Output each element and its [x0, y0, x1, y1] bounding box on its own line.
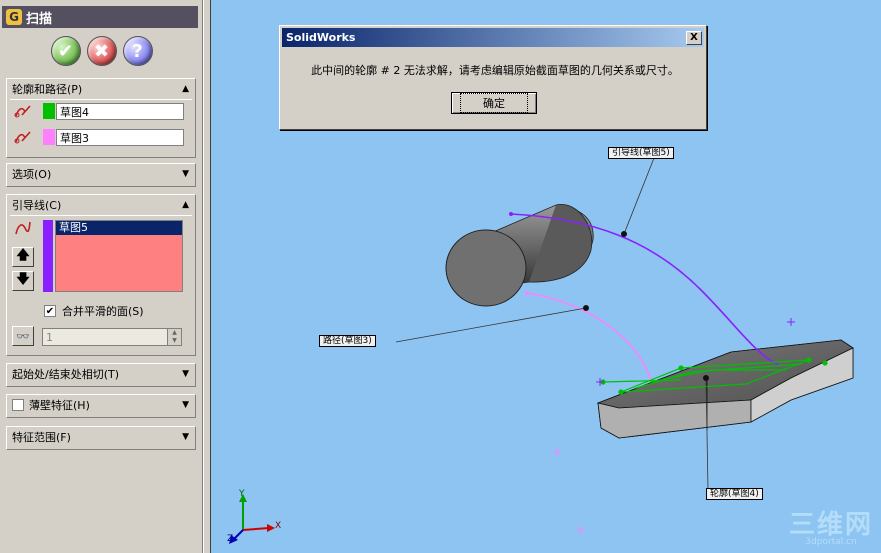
- path-color-swatch: [43, 129, 55, 145]
- group-title: 薄壁特征(H): [29, 399, 90, 412]
- group-header-tangency[interactable]: 起始处/结束处相切(T) ▼: [7, 364, 195, 384]
- move-up-button[interactable]: 🡅: [12, 247, 34, 267]
- property-manager: G 扫描 ✔ ✖ ? 轮廓和路径(P) ▲ 草图4 草图3 选项(O) ▼ 引导…: [0, 0, 203, 553]
- group-feature-scope: 特征范围(F) ▼: [6, 426, 196, 450]
- arrow-up-icon: 🡅: [16, 248, 30, 263]
- thin-feature-checkbox[interactable]: [12, 399, 24, 411]
- coordinate-triad: [229, 494, 275, 544]
- group-title: 引导线(C): [12, 199, 62, 212]
- triad-y-label: Y: [239, 489, 245, 499]
- merge-smooth-faces-checkbox[interactable]: ✔: [44, 305, 56, 317]
- merge-smooth-faces-option[interactable]: ✔ 合并平滑的面(S): [44, 303, 144, 319]
- dialog-message: 此中间的轮廓 # 2 无法求解，请考虑编辑原始截面草图的几何关系或尺寸。: [311, 64, 679, 77]
- path-anchor-point: [583, 305, 589, 311]
- path-field[interactable]: 草图3: [56, 129, 184, 146]
- dialog-title-bar[interactable]: SolidWorks X: [282, 28, 704, 47]
- chevron-up-icon: ▲: [182, 200, 189, 210]
- profile-icon: [11, 102, 35, 120]
- divider: [10, 215, 192, 216]
- triad-x-label: X: [275, 521, 282, 531]
- profile-anchor-point: [703, 375, 709, 381]
- callout-path[interactable]: 路径(草图3): [319, 335, 376, 347]
- guide-curves-list[interactable]: 草图5: [55, 220, 183, 292]
- group-header-profile-path[interactable]: 轮廓和路径(P) ▲: [7, 79, 195, 99]
- ok-button[interactable]: ✔: [50, 36, 81, 66]
- path-start-point: [525, 291, 529, 295]
- group-options: 选项(O) ▼: [6, 163, 196, 187]
- group-header-guide-curves[interactable]: 引导线(C) ▲: [7, 195, 195, 215]
- profile-field[interactable]: 草图4: [56, 103, 184, 120]
- group-header-feature-scope[interactable]: 特征范围(F) ▼: [7, 427, 195, 447]
- arrow-down-icon: 🡇: [16, 272, 30, 287]
- profile-selection-row: 草图4: [7, 100, 195, 122]
- chevron-down-icon: ▼: [182, 369, 189, 379]
- callout-guide-curve[interactable]: 引导线(草图5): [608, 147, 674, 159]
- glasses-icon: 👓: [16, 329, 30, 343]
- chevron-up-icon: ▲: [182, 84, 189, 94]
- close-icon: ✖: [93, 40, 110, 62]
- dialog-ok-button[interactable]: 确定: [451, 92, 537, 114]
- guide-color-swatch: [43, 220, 53, 292]
- cylinder-body[interactable]: [445, 204, 594, 307]
- group-title: 选项(O): [12, 168, 52, 181]
- group-profile-path: 轮廓和路径(P) ▲ 草图4 草图3: [6, 78, 196, 158]
- check-icon: ✔: [57, 40, 74, 62]
- cancel-button[interactable]: ✖: [86, 36, 117, 66]
- group-title: 特征范围(F): [12, 431, 71, 444]
- spinner-buttons[interactable]: ▲ ▼: [167, 329, 181, 345]
- list-item[interactable]: 草图5: [56, 221, 182, 235]
- guide-start-point: [509, 212, 513, 216]
- close-icon: X: [690, 32, 698, 43]
- help-icon: ?: [132, 40, 143, 62]
- triad-z-label: Z: [227, 534, 234, 544]
- pm-title: 扫描: [26, 11, 53, 27]
- path-selection-row: 草图3: [7, 126, 195, 148]
- sweep-path[interactable]: [526, 292, 652, 381]
- group-header-thin-feature[interactable]: 薄壁特征(H) ▼: [7, 395, 195, 415]
- group-title: 轮廓和路径(P): [12, 83, 83, 96]
- group-header-options[interactable]: 选项(O) ▼: [7, 164, 195, 184]
- help-button[interactable]: ?: [122, 36, 153, 66]
- chevron-down-icon: ▼: [182, 432, 189, 442]
- sweep-feature-icon: G: [6, 9, 22, 25]
- merge-smooth-faces-label: 合并平滑的面(S): [62, 305, 144, 318]
- error-dialog: SolidWorks X 此中间的轮廓 # 2 无法求解，请考虑编辑原始截面草图…: [279, 25, 707, 130]
- chevron-down-icon: ▼: [182, 169, 189, 179]
- dialog-title: SolidWorks: [286, 31, 356, 44]
- move-down-button[interactable]: 🡇: [12, 271, 34, 291]
- group-tangency: 起始处/结束处相切(T) ▼: [6, 363, 196, 387]
- profile-color-swatch: [43, 103, 55, 119]
- callout-profile[interactable]: 轮廓(草图4): [706, 488, 763, 500]
- panel-splitter[interactable]: [203, 0, 211, 553]
- dialog-close-button[interactable]: X: [686, 30, 702, 45]
- group-thin-feature: 薄壁特征(H) ▼: [6, 394, 196, 418]
- action-buttons: ✔ ✖ ?: [0, 33, 203, 69]
- group-title: 起始处/结束处相切(T): [12, 368, 120, 381]
- pm-title-bar: G 扫描: [2, 6, 198, 28]
- chevron-down-icon: ▼: [182, 400, 189, 410]
- guide-anchor-point: [621, 231, 627, 237]
- watermark-logo: 三维网 3dportal.cn: [788, 510, 873, 547]
- plate-body[interactable]: [596, 339, 854, 439]
- show-sections-button[interactable]: 👓: [12, 326, 34, 346]
- origin-markers-pink: [553, 448, 585, 534]
- section-spinner[interactable]: 1 ▲ ▼: [42, 328, 182, 346]
- guide-curve-icon: [11, 219, 35, 237]
- path-icon: [11, 128, 35, 146]
- group-guide-curves: 引导线(C) ▲ 草图5 🡅 🡇 ✔ 合并平滑的面(S) 👓 1 ▲ ▼: [6, 194, 196, 356]
